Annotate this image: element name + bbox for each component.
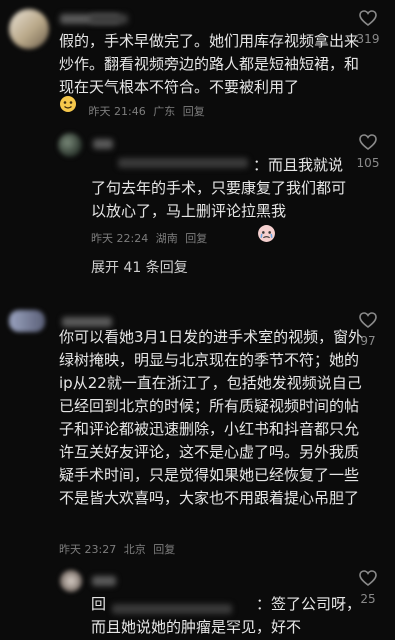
face-emoji-icon [59, 95, 77, 116]
like-count: 97 [360, 334, 376, 348]
avatar[interactable] [9, 310, 45, 332]
avatar[interactable] [9, 9, 49, 49]
comment-3: 你可以看她3月1日发的进手术室的视频，窗外绿树掩映，明显与北京现在的季节不符；她… [0, 305, 395, 560]
reply-comment: ：而且我就说了句去年的手术，只要康复了我们都可以放心了，马上删评论拉黑我 昨天 … [0, 125, 395, 280]
reply-prefix: 回 [91, 595, 107, 613]
comment-text: 你可以看她3月1日发的进手术室的视频，窗外绿树掩映，明显与北京现在的季节不符；她… [59, 328, 364, 507]
heart-icon [359, 570, 377, 586]
comment-time: 昨天 23:27 [59, 543, 117, 556]
like-button[interactable]: 97 [353, 312, 383, 348]
username-redacted[interactable] [93, 139, 113, 149]
comment-meta: 昨天 21:46 广东 回复 [59, 96, 209, 119]
reply-button[interactable]: 回复 [185, 232, 207, 245]
avatar[interactable] [58, 133, 82, 157]
like-count: 105 [356, 156, 380, 170]
heart-icon [359, 312, 377, 328]
comment-time: 昨天 22:24 [91, 232, 149, 245]
like-count: 319 [356, 32, 380, 46]
comment-location: 广东 [153, 105, 176, 118]
comment-location: 湖南 [155, 232, 178, 245]
like-button[interactable]: 25 [353, 570, 383, 606]
comment-4: 回：签了公司呀，而且她说她的肿瘤是罕见，好不 25 [0, 560, 395, 640]
avatar[interactable] [60, 570, 82, 592]
username-redacted[interactable] [92, 576, 116, 586]
reply-to-separator: ：签了公司 [256, 595, 332, 613]
comment-text-content: 而且我就说了句去年的手术，只要康复了我们都可以放心了，马上删评论拉黑我 [91, 156, 347, 220]
heart-icon [359, 10, 377, 26]
reply-button[interactable]: 回复 [183, 105, 205, 118]
expand-replies-button[interactable]: 展开 41 条回复 [91, 257, 188, 277]
reply-button[interactable]: 回复 [153, 543, 175, 556]
comment-time: 昨天 21:46 [88, 105, 146, 118]
comment-meta: 昨天 22:24 湖南 回复 [91, 230, 211, 246]
comment-text: 假的，手术早做完了。她们用库存视频拿出来炒作。翻看视频旁边的路人都是短袖短裙，和… [59, 32, 360, 96]
comment-1: 假的，手术早做完了。她们用库存视频拿出来炒作。翻看视频旁边的路人都是短袖短裙，和… [0, 0, 395, 125]
comment-text: 回：签了公司呀，而且她说她的肿瘤是罕见，好不 [91, 593, 363, 639]
like-button[interactable]: 105 [353, 134, 383, 170]
username-redacted-part [90, 14, 128, 24]
comment-location: 北京 [123, 543, 146, 556]
reply-to-separator: ： [253, 156, 269, 174]
like-count: 25 [360, 592, 376, 606]
like-button[interactable]: 319 [353, 10, 383, 46]
heart-icon [359, 134, 377, 150]
comment-meta: 昨天 23:27 北京 回复 [59, 541, 179, 557]
